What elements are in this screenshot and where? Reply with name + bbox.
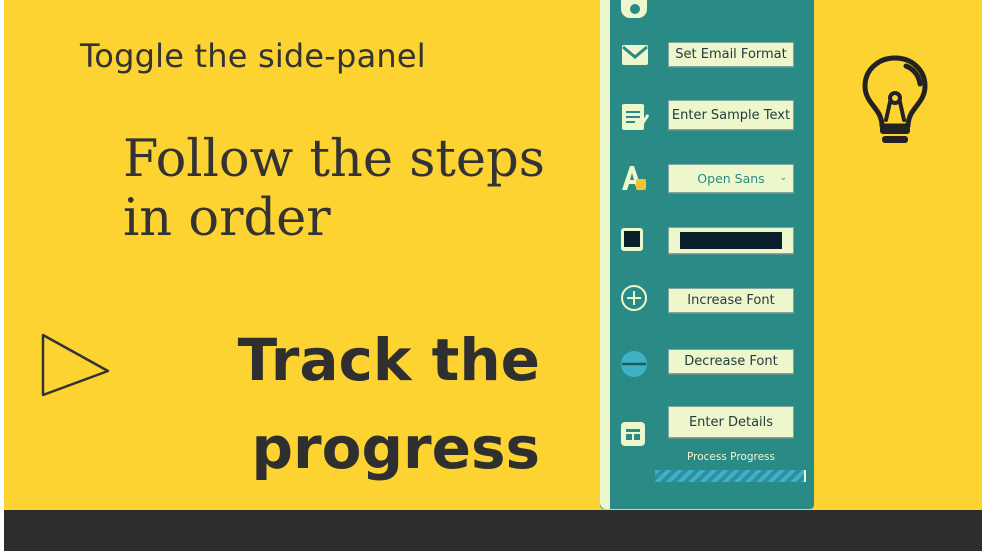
font-select[interactable]: Open Sans ⌄ [668,164,794,193]
progress-bar [655,470,806,482]
progress-label: Process Progress [687,451,775,463]
color-swatch [680,232,782,249]
track-line-1: Track the [237,326,540,394]
triangle-play-icon[interactable] [40,331,114,401]
track-progress-heading: Track the progress [150,316,540,492]
color-square-icon [621,228,643,251]
color-picker[interactable] [668,227,794,254]
track-line-2: progress [251,414,540,482]
lightbulb-icon [862,55,928,143]
steps-heading: Follow the steps in order [123,130,545,248]
enter-sample-text-button[interactable]: Enter Sample Text [668,100,794,130]
mail-icon [622,45,648,65]
progress-end-marker [804,470,806,482]
minus-circle-icon [621,351,647,377]
side-panel-rail [600,0,610,509]
enter-details-button[interactable]: Enter Details [668,406,794,438]
set-email-format-button[interactable]: Set Email Format [668,42,794,67]
increase-font-button[interactable]: Increase Font [668,288,794,313]
decrease-font-button[interactable]: Decrease Font [668,349,794,374]
slide-stage: Toggle the side-panel Follow the steps i… [0,0,984,551]
notepad-icon [622,104,649,130]
bottom-bar [4,510,982,551]
progress-fill [655,470,805,482]
font-icon [622,166,646,190]
font-select-value: Open Sans [697,171,765,186]
hint-text: Toggle the side-panel [80,37,426,75]
chevron-down-icon: ⌄ [779,173,787,183]
calendar-icon [621,422,645,446]
toggle-knob[interactable] [630,4,640,14]
plus-circle-icon [621,285,647,311]
